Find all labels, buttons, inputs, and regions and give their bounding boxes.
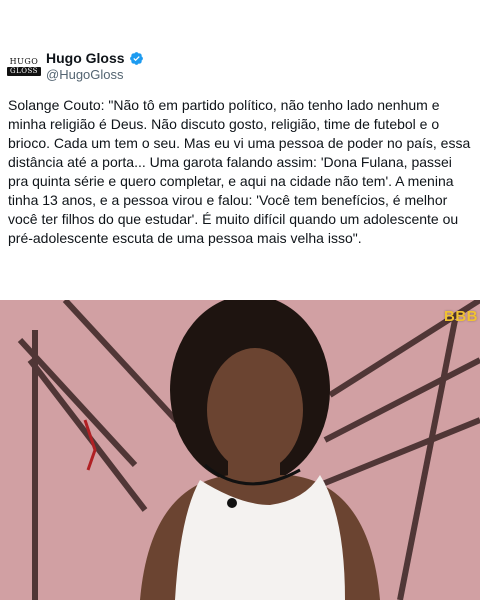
avatar[interactable]: HUGO GLOSS — [7, 50, 41, 82]
tweet-header: HUGO GLOSS Hugo Gloss @HugoGloss — [7, 48, 448, 84]
tweet-text: Solange Couto: "Não tô em partido políti… — [8, 97, 471, 246]
avatar-text-top: HUGO — [9, 56, 39, 66]
tweet-card: HUGO GLOSS Hugo Gloss @HugoGloss Solange… — [0, 0, 480, 300]
video-scene-image — [0, 300, 480, 600]
avatar-text-bottom: GLOSS — [7, 66, 41, 76]
handle[interactable]: @HugoGloss — [46, 67, 144, 83]
display-name[interactable]: Hugo Gloss — [46, 49, 125, 67]
bbb-watermark: BBB — [444, 308, 478, 325]
account-names: Hugo Gloss @HugoGloss — [46, 49, 144, 83]
verified-badge-icon — [129, 51, 143, 65]
video-frame[interactable]: BBB — [0, 300, 480, 600]
display-name-row[interactable]: Hugo Gloss — [46, 49, 144, 67]
